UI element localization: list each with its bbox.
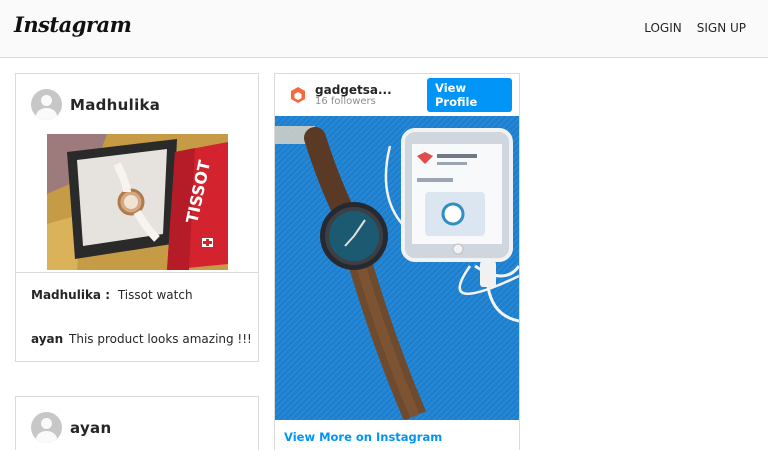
avatar-body-shape — [36, 431, 57, 443]
avatar[interactable] — [31, 412, 62, 443]
comment-text: This product looks amazing !!! — [69, 332, 252, 346]
post-username[interactable]: Madhulika — [70, 96, 160, 114]
comment-username[interactable]: ayan — [31, 332, 63, 346]
view-more-link[interactable]: View More on Instagram — [284, 430, 442, 444]
login-link[interactable]: LOGIN — [644, 21, 682, 35]
view-profile-button[interactable]: View Profile — [427, 78, 512, 112]
signup-link[interactable]: SIGN UP — [697, 21, 746, 35]
post-comment: ayan This product looks amazing !!! — [31, 332, 252, 346]
avatar-body-shape — [36, 108, 57, 120]
caption-text: Tissot watch — [117, 288, 193, 302]
embed-post-image[interactable] — [275, 116, 519, 420]
embed-followers-count: 16 followers — [315, 96, 376, 107]
instagram-embed-card: gadgetsa... 16 followers View Profile Vi… — [274, 73, 520, 450]
avatar-head-shape — [41, 95, 52, 106]
gadgetsay-logo-icon[interactable] — [289, 86, 307, 104]
smartwatch-phone-photo-icon — [275, 116, 519, 420]
instagram-logo[interactable]: Instagram — [14, 12, 132, 37]
post-card: ayan — [15, 396, 259, 450]
top-navigation-bar: Instagram LOGIN SIGN UP — [0, 0, 768, 58]
post-username[interactable]: ayan — [70, 419, 111, 437]
watch-box-photo-icon: TISSOT — [47, 134, 228, 270]
avatar-head-shape — [41, 418, 52, 429]
post-image[interactable]: TISSOT — [47, 134, 228, 270]
post-card: Madhulika TISSOT Madhulika : Tissot watc… — [15, 73, 259, 362]
post-header: Madhulika — [31, 89, 160, 120]
post-header: ayan — [31, 412, 111, 443]
post-caption: Madhulika : Tissot watch — [31, 288, 193, 302]
post-divider — [16, 272, 258, 273]
caption-username[interactable]: Madhulika : — [31, 288, 110, 302]
avatar[interactable] — [31, 89, 62, 120]
auth-nav: LOGIN SIGN UP — [644, 21, 746, 35]
embed-account-name[interactable]: gadgetsa... — [315, 83, 392, 97]
